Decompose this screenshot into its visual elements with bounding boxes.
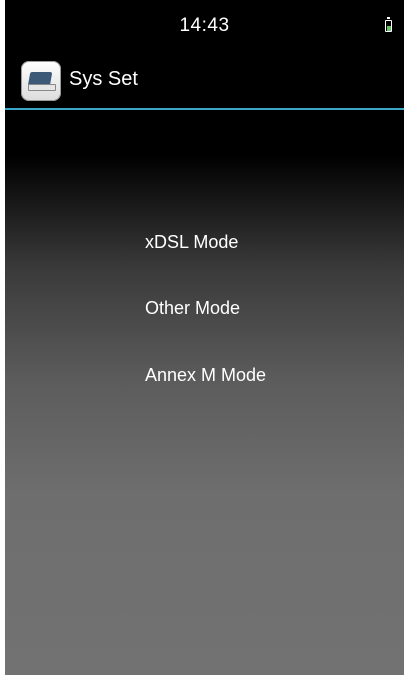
battery-icon [385, 17, 392, 32]
menu-area: xDSL Mode Other Mode Annex M Mode [5, 110, 404, 675]
menu-item-xdsl-mode[interactable]: xDSL Mode [145, 230, 238, 255]
device-screen: 14:43 Sys Set xDSL Mode Other Mode Annex… [5, 0, 404, 675]
settings-app-icon[interactable] [21, 61, 61, 101]
status-time: 14:43 [179, 15, 230, 36]
page-title: Sys Set [69, 68, 138, 90]
battery-level [386, 25, 391, 31]
app-header: Sys Set [5, 52, 404, 108]
status-bar: 14:43 [5, 0, 404, 52]
book-page-shape [28, 84, 56, 91]
menu-item-other-mode[interactable]: Other Mode [145, 296, 240, 321]
menu-item-annex-m-mode[interactable]: Annex M Mode [145, 363, 266, 388]
